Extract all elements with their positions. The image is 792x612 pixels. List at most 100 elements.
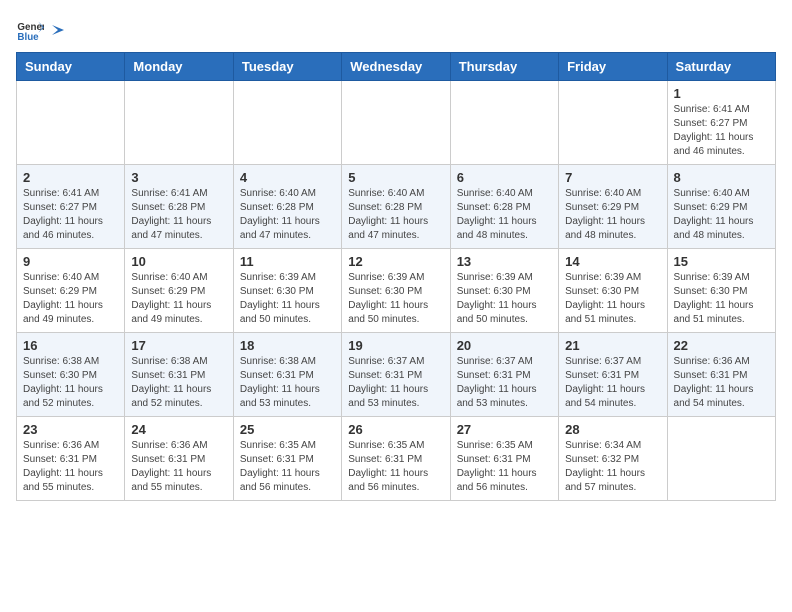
- logo: General Blue: [16, 16, 68, 44]
- calendar-cell: 9 Sunrise: 6:40 AM Sunset: 6:29 PM Daylig…: [17, 249, 125, 333]
- day-info: Sunrise: 6:38 AM Sunset: 6:30 PM Dayligh…: [23, 355, 118, 411]
- day-number: 8: [674, 170, 769, 185]
- weekday-header-thursday: Thursday: [450, 53, 558, 81]
- calendar-week-row: 1 Sunrise: 6:41 AM Sunset: 6:27 PM Daylig…: [17, 81, 776, 165]
- day-number: 25: [240, 422, 335, 437]
- day-number: 14: [565, 254, 660, 269]
- day-info: Sunrise: 6:39 AM Sunset: 6:30 PM Dayligh…: [565, 271, 660, 327]
- calendar-week-row: 16 Sunrise: 6:38 AM Sunset: 6:30 PM Dayli…: [17, 333, 776, 417]
- day-number: 1: [674, 86, 769, 101]
- day-info: Sunrise: 6:39 AM Sunset: 6:30 PM Dayligh…: [348, 271, 443, 327]
- svg-text:Blue: Blue: [17, 32, 39, 43]
- calendar-cell: [125, 81, 233, 165]
- day-number: 15: [674, 254, 769, 269]
- calendar-cell: 27 Sunrise: 6:35 AM Sunset: 6:31 PM Dayli…: [450, 417, 558, 501]
- calendar-cell: [233, 81, 341, 165]
- calendar-cell: 4 Sunrise: 6:40 AM Sunset: 6:28 PM Daylig…: [233, 165, 341, 249]
- calendar-cell: 23 Sunrise: 6:36 AM Sunset: 6:31 PM Dayli…: [17, 417, 125, 501]
- calendar-cell: 13 Sunrise: 6:39 AM Sunset: 6:30 PM Dayli…: [450, 249, 558, 333]
- weekday-header-friday: Friday: [559, 53, 667, 81]
- calendar-cell: 7 Sunrise: 6:40 AM Sunset: 6:29 PM Daylig…: [559, 165, 667, 249]
- day-number: 19: [348, 338, 443, 353]
- day-number: 5: [348, 170, 443, 185]
- day-number: 24: [131, 422, 226, 437]
- day-info: Sunrise: 6:39 AM Sunset: 6:30 PM Dayligh…: [457, 271, 552, 327]
- calendar-cell: 14 Sunrise: 6:39 AM Sunset: 6:30 PM Dayli…: [559, 249, 667, 333]
- day-info: Sunrise: 6:35 AM Sunset: 6:31 PM Dayligh…: [348, 439, 443, 495]
- day-info: Sunrise: 6:40 AM Sunset: 6:29 PM Dayligh…: [23, 271, 118, 327]
- calendar-cell: 10 Sunrise: 6:40 AM Sunset: 6:29 PM Dayli…: [125, 249, 233, 333]
- day-info: Sunrise: 6:37 AM Sunset: 6:31 PM Dayligh…: [457, 355, 552, 411]
- day-number: 26: [348, 422, 443, 437]
- day-info: Sunrise: 6:41 AM Sunset: 6:28 PM Dayligh…: [131, 187, 226, 243]
- day-number: 16: [23, 338, 118, 353]
- day-number: 4: [240, 170, 335, 185]
- calendar-cell: 12 Sunrise: 6:39 AM Sunset: 6:30 PM Dayli…: [342, 249, 450, 333]
- day-number: 10: [131, 254, 226, 269]
- calendar-cell: [342, 81, 450, 165]
- day-info: Sunrise: 6:36 AM Sunset: 6:31 PM Dayligh…: [23, 439, 118, 495]
- calendar-cell: 2 Sunrise: 6:41 AM Sunset: 6:27 PM Daylig…: [17, 165, 125, 249]
- calendar-cell: 24 Sunrise: 6:36 AM Sunset: 6:31 PM Dayli…: [125, 417, 233, 501]
- calendar-cell: 15Sunrise: 6:39 AM Sunset: 6:30 PM Dayli…: [667, 249, 775, 333]
- day-info: Sunrise: 6:37 AM Sunset: 6:31 PM Dayligh…: [348, 355, 443, 411]
- weekday-header-saturday: Saturday: [667, 53, 775, 81]
- day-info: Sunrise: 6:38 AM Sunset: 6:31 PM Dayligh…: [240, 355, 335, 411]
- day-number: 9: [23, 254, 118, 269]
- day-number: 21: [565, 338, 660, 353]
- calendar-week-row: 23 Sunrise: 6:36 AM Sunset: 6:31 PM Dayli…: [17, 417, 776, 501]
- calendar-cell: 11 Sunrise: 6:39 AM Sunset: 6:30 PM Dayli…: [233, 249, 341, 333]
- logo-arrow-icon: [50, 21, 68, 39]
- calendar-cell: 3 Sunrise: 6:41 AM Sunset: 6:28 PM Daylig…: [125, 165, 233, 249]
- day-number: 3: [131, 170, 226, 185]
- day-number: 13: [457, 254, 552, 269]
- day-number: 18: [240, 338, 335, 353]
- day-number: 17: [131, 338, 226, 353]
- day-info: Sunrise: 6:35 AM Sunset: 6:31 PM Dayligh…: [457, 439, 552, 495]
- day-info: Sunrise: 6:35 AM Sunset: 6:31 PM Dayligh…: [240, 439, 335, 495]
- calendar-cell: 16 Sunrise: 6:38 AM Sunset: 6:30 PM Dayli…: [17, 333, 125, 417]
- calendar-cell: 8 Sunrise: 6:40 AM Sunset: 6:29 PM Daylig…: [667, 165, 775, 249]
- calendar-cell: 20 Sunrise: 6:37 AM Sunset: 6:31 PM Dayli…: [450, 333, 558, 417]
- day-number: 20: [457, 338, 552, 353]
- weekday-header-row: SundayMondayTuesdayWednesdayThursdayFrid…: [17, 53, 776, 81]
- day-info: Sunrise: 6:40 AM Sunset: 6:28 PM Dayligh…: [240, 187, 335, 243]
- calendar-cell: 19 Sunrise: 6:37 AM Sunset: 6:31 PM Dayli…: [342, 333, 450, 417]
- day-info: Sunrise: 6:40 AM Sunset: 6:29 PM Dayligh…: [565, 187, 660, 243]
- day-info: Sunrise: 6:40 AM Sunset: 6:29 PM Dayligh…: [131, 271, 226, 327]
- page-header: General Blue: [16, 16, 776, 44]
- day-info: Sunrise: 6:38 AM Sunset: 6:31 PM Dayligh…: [131, 355, 226, 411]
- weekday-header-monday: Monday: [125, 53, 233, 81]
- day-info: Sunrise: 6:40 AM Sunset: 6:29 PM Dayligh…: [674, 187, 769, 243]
- calendar-cell: 5Sunrise: 6:40 AM Sunset: 6:28 PM Daylig…: [342, 165, 450, 249]
- calendar-cell: 28 Sunrise: 6:34 AM Sunset: 6:32 PM Dayli…: [559, 417, 667, 501]
- day-info: Sunrise: 6:41 AM Sunset: 6:27 PM Dayligh…: [23, 187, 118, 243]
- calendar-cell: 17 Sunrise: 6:38 AM Sunset: 6:31 PM Dayli…: [125, 333, 233, 417]
- day-info: Sunrise: 6:39 AM Sunset: 6:30 PM Dayligh…: [240, 271, 335, 327]
- day-number: 27: [457, 422, 552, 437]
- calendar-week-row: 9 Sunrise: 6:40 AM Sunset: 6:29 PM Daylig…: [17, 249, 776, 333]
- day-number: 23: [23, 422, 118, 437]
- day-number: 11: [240, 254, 335, 269]
- day-number: 2: [23, 170, 118, 185]
- day-info: Sunrise: 6:36 AM Sunset: 6:31 PM Dayligh…: [674, 355, 769, 411]
- day-number: 12: [348, 254, 443, 269]
- day-number: 28: [565, 422, 660, 437]
- calendar-cell: 26 Sunrise: 6:35 AM Sunset: 6:31 PM Dayli…: [342, 417, 450, 501]
- calendar-cell: [667, 417, 775, 501]
- calendar-cell: 1 Sunrise: 6:41 AM Sunset: 6:27 PM Daylig…: [667, 81, 775, 165]
- day-number: 7: [565, 170, 660, 185]
- day-info: Sunrise: 6:40 AM Sunset: 6:28 PM Dayligh…: [457, 187, 552, 243]
- calendar-table: SundayMondayTuesdayWednesdayThursdayFrid…: [16, 52, 776, 501]
- calendar-cell: 6Sunrise: 6:40 AM Sunset: 6:28 PM Daylig…: [450, 165, 558, 249]
- weekday-header-tuesday: Tuesday: [233, 53, 341, 81]
- day-info: Sunrise: 6:41 AM Sunset: 6:27 PM Dayligh…: [674, 103, 769, 159]
- calendar-cell: [450, 81, 558, 165]
- calendar-cell: 22Sunrise: 6:36 AM Sunset: 6:31 PM Dayli…: [667, 333, 775, 417]
- day-info: Sunrise: 6:36 AM Sunset: 6:31 PM Dayligh…: [131, 439, 226, 495]
- calendar-cell: [559, 81, 667, 165]
- weekday-header-wednesday: Wednesday: [342, 53, 450, 81]
- calendar-cell: 25 Sunrise: 6:35 AM Sunset: 6:31 PM Dayli…: [233, 417, 341, 501]
- day-info: Sunrise: 6:34 AM Sunset: 6:32 PM Dayligh…: [565, 439, 660, 495]
- weekday-header-sunday: Sunday: [17, 53, 125, 81]
